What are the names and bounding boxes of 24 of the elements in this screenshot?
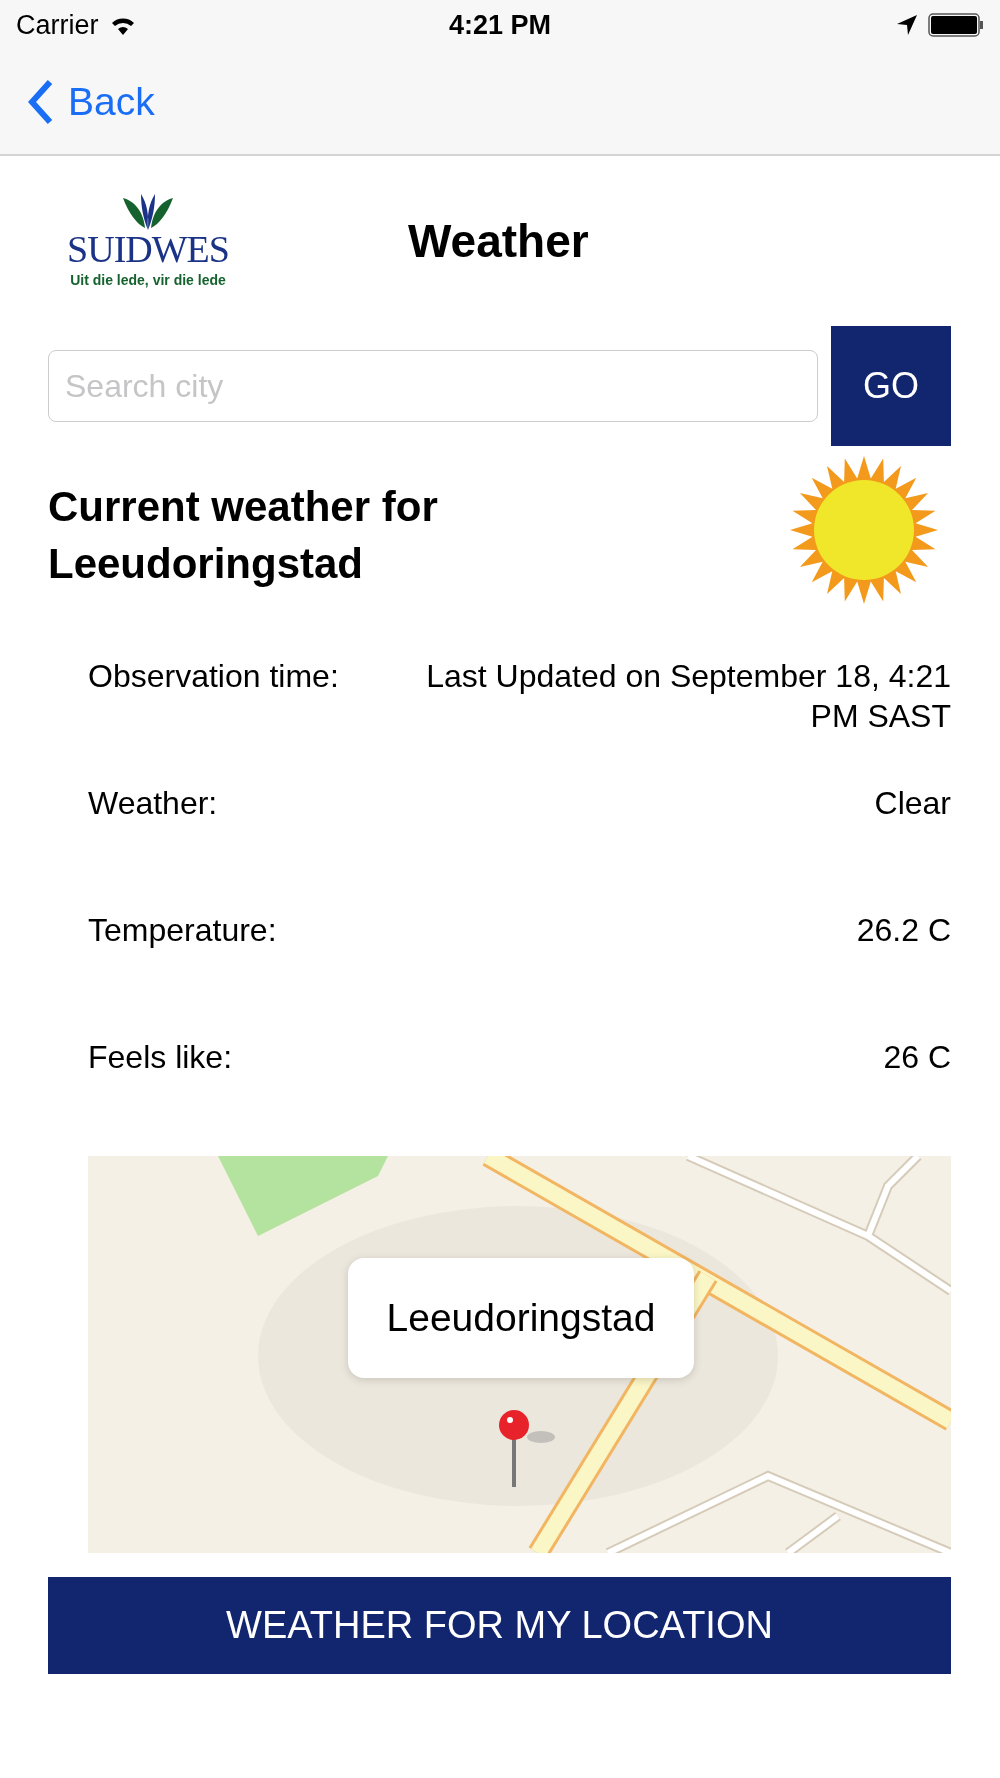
page-title: Weather — [408, 214, 589, 268]
weather-heading: Current weather for Leeudoringstad — [48, 482, 439, 589]
sun-icon — [790, 456, 938, 604]
location-arrow-icon — [896, 14, 918, 36]
map-callout: Leeudoringstad — [348, 1258, 694, 1378]
row-label: Observation time: — [88, 657, 339, 696]
search-field[interactable]: Search city — [48, 350, 818, 422]
tulip-logo-icon — [121, 194, 175, 230]
go-button[interactable]: GO — [831, 326, 951, 446]
row-value: Last Updated on September 18, 4:21 PM SAST — [425, 657, 951, 736]
chevron-left-icon — [28, 79, 54, 125]
row-label: Feels like: — [88, 1038, 233, 1077]
carrier-label: Carrier — [16, 9, 99, 41]
brand-tagline: Uit die lede, vir die lede — [70, 272, 226, 288]
battery-icon — [928, 13, 984, 37]
row-value: 26.2 C — [855, 911, 951, 950]
row-label: Temperature: — [88, 911, 277, 950]
row-value: Clear — [873, 784, 951, 823]
row-value: 26 C — [882, 1038, 951, 1077]
row-label: Weather: — [88, 784, 218, 823]
back-button[interactable]: Back — [28, 79, 155, 125]
clock: 4:21 PM — [448, 9, 551, 41]
brand-name: SUIDWES — [67, 230, 229, 268]
location-weather-button[interactable]: WEATHER FOR MY LOCATION — [48, 1577, 951, 1674]
